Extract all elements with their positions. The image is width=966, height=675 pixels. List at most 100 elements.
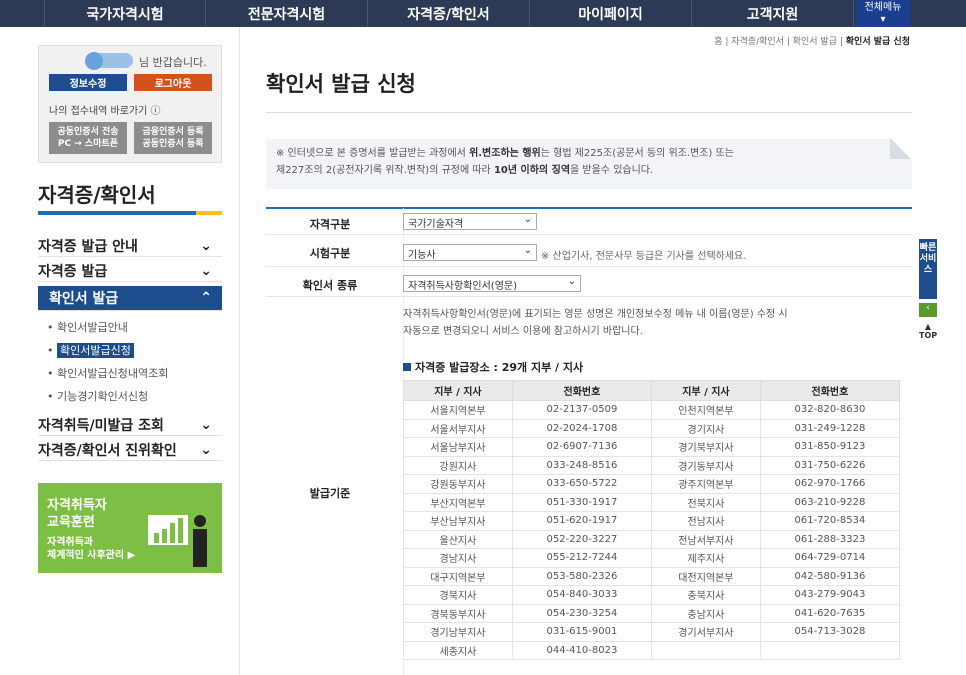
breadcrumb: 홈 | 자격증/확인서 | 확인서 발급 | 확인서 발급 신청 (714, 37, 910, 47)
menu-acquisition-lookup[interactable]: 자격취득/미발급 조회 ⌄ (38, 414, 222, 436)
qualification-label: 자격구분 (309, 218, 351, 231)
cert-register-button[interactable]: 금융인증서 등록 공동인증서 등록 (134, 122, 212, 154)
notice-emphasis: 위.변조하는 행위 (469, 148, 541, 159)
menu-authenticity-check[interactable]: 자격증/확인서 진위확인 ⌄ (38, 439, 222, 461)
nav-certificates[interactable]: 자격증/학인서 (368, 0, 530, 27)
menu-cert-issue-guide[interactable]: 자격증 발급 안내 ⌄ (38, 235, 222, 257)
menu-label: 자격증/확인서 진위확인 (38, 442, 177, 459)
nav-mypage[interactable]: 마이페이지 (530, 0, 692, 27)
phone-cell: 033-248-8516 (511, 455, 652, 475)
selected-value: 자격취득사항확인서(영문) (408, 281, 518, 292)
office-name-cell: 세종지사 (403, 640, 513, 660)
quick-service-tab[interactable]: 빠른서비스 (919, 239, 937, 299)
table-row: 강원동부지사 033-650-5722 광주지역본부 062-970-1766 (403, 474, 901, 494)
selected-value: 기능사 (408, 250, 436, 261)
confirmation-type-select[interactable]: 자격취득사항확인서(영문) ⌄ (403, 275, 581, 292)
application-history-link[interactable]: 나의 접수내역 바로가기 ⓘ (49, 102, 161, 117)
phone-cell: 031-750-6226 (759, 455, 901, 475)
phone-cell: 054-713-3028 (759, 622, 901, 642)
table-row: 울산지사 052-220-3227 전남서부지사 061-288-3323 (403, 529, 901, 549)
menu-label: 확인서 발급 (49, 291, 119, 307)
column-header: 지부 / 지사 (403, 380, 513, 401)
phone-cell: 061-720-8534 (759, 511, 901, 531)
chevron-down-icon: ⌄ (523, 214, 532, 225)
exam-select[interactable]: 기능사 ⌄ (403, 244, 537, 261)
menu-cert-issue[interactable]: 자격증 발급 ⌄ (38, 260, 222, 282)
phone-cell (759, 640, 901, 660)
table-row: 강원지사 033-248-8516 경기동부지사 031-750-6226 (403, 455, 901, 475)
nav-support[interactable]: 고객지원 (692, 0, 854, 27)
table-row: 부산지역본부 051-330-1917 전북지사 063-210-9228 (403, 492, 901, 512)
page-fold-decoration (890, 139, 912, 159)
login-box: 님 반갑습니다. 정보수정 로그아웃 나의 접수내역 바로가기 ⓘ 공동인증서 … (38, 45, 222, 163)
notice-line-2: 제227조의 2(공전자기록 위작.변작)의 규정에 따라 10년 이하의 징역… (276, 162, 912, 179)
nav-national-exam[interactable]: 국가자격시험 (44, 0, 206, 27)
breadcrumb-home[interactable]: 홈 (714, 37, 722, 47)
office-name-cell: 광주지역본부 (650, 474, 761, 494)
phone-cell: 054-230-3254 (511, 603, 652, 623)
page-title: 확인서 발급 신청 (266, 72, 416, 96)
phone-cell: 02-6907-7136 (511, 437, 652, 457)
table-row: 부산남부지사 051-620-1917 전남지사 061-720-8534 (403, 511, 901, 531)
offices-heading: 자격증 발급장소 : 29개 지부 / 지사 (403, 359, 583, 375)
notice-text: 을 받을수 있습니다. (570, 165, 654, 176)
phone-cell: 064-729-0714 (759, 548, 901, 568)
table-row: 경기남부지사 031-615-9001 경기서부지사 054-713-3028 (403, 622, 901, 642)
breadcrumb-level1[interactable]: 자격증/확인서 (731, 37, 784, 47)
phone-cell: 031-249-1228 (759, 418, 901, 438)
office-name-cell (650, 640, 761, 660)
notice-emphasis: 10년 이하의 징역 (493, 165, 571, 176)
phone-cell: 053-580-2326 (511, 566, 652, 586)
chevron-down-icon: ⌄ (523, 245, 532, 256)
notice-line-1: ※ 인터넷으로 본 증명서를 발급받는 과정에서 위.변조하는 행위는 형법 제… (276, 145, 912, 162)
office-name-cell: 경기지사 (650, 418, 761, 438)
legal-notice: ※ 인터넷으로 본 증명서를 발급받는 과정에서 위.변조하는 행위는 형법 제… (266, 139, 912, 189)
all-menu-button[interactable]: 전체메뉴 ▾ (856, 0, 910, 27)
logout-button[interactable]: 로그아웃 (134, 74, 212, 91)
play-circle-icon: ▶ (127, 550, 136, 561)
office-name-cell: 대전지역본부 (650, 566, 761, 586)
qualification-select[interactable]: 국가기술자격 ⌄ (403, 213, 537, 230)
table-row: 경북지사 054-840-3033 충북지사 043-279-9043 (403, 585, 901, 605)
column-header: 지부 / 지사 (650, 380, 761, 401)
phone-cell: 043-279-9043 (759, 585, 901, 605)
title-underline (38, 211, 222, 215)
sidebar-title: 자격증/확인서 (38, 183, 156, 207)
phone-cell: 063-210-9228 (759, 492, 901, 512)
education-banner[interactable]: 자격취득자 교육훈련 자격취득과 체계적인 사후관리 ▶ (38, 483, 222, 573)
arrow-circle-icon: ⓘ (150, 106, 161, 117)
office-name-cell: 강원지사 (403, 455, 513, 475)
phone-cell: 044-410-8023 (511, 640, 652, 660)
submenu-application-history[interactable]: • 확인서발급신청내역조회 (47, 365, 168, 381)
exam-label: 시험구분 (309, 247, 351, 260)
office-name-cell: 서울지역본부 (403, 400, 513, 420)
nav-professional-exam[interactable]: 전문자격시험 (206, 0, 368, 27)
menu-label: 자격증 발급 (38, 263, 108, 280)
phone-cell: 031-615-9001 (511, 622, 652, 642)
banner-subtitle: 자격취득과 체계적인 사후관리 ▶ (47, 536, 135, 562)
sidebar: 님 반갑습니다. 정보수정 로그아웃 나의 접수내역 바로가기 ⓘ 공동인증서 … (0, 27, 240, 675)
phone-cell: 055-212-7244 (511, 548, 652, 568)
form-row-qualification: 자격구분 국가기술자격 ⌄ (266, 209, 912, 235)
presentation-chart-icon (148, 515, 207, 567)
menu-label: 자격증 발급 안내 (38, 238, 138, 255)
cert-transfer-button[interactable]: 공동인증서 전송 PC → 스마트폰 (49, 122, 127, 154)
office-name-cell: 울산지사 (403, 529, 513, 549)
submenu-confirmation-guide[interactable]: • 확인서발급안내 (47, 319, 128, 335)
breadcrumb-level2[interactable]: 확인서 발급 (793, 37, 837, 47)
phone-cell: 02-2137-0509 (511, 400, 652, 420)
edit-info-button[interactable]: 정보수정 (49, 74, 127, 91)
submenu-competition-confirmation[interactable]: • 기능경기확인서신청 (47, 388, 148, 404)
chevron-down-icon: ⌄ (567, 276, 576, 287)
chevron-left-icon[interactable]: ‹ (919, 303, 937, 317)
office-name-cell: 인천지역본부 (650, 400, 761, 420)
greeting-text: 님 반갑습니다. (139, 56, 207, 69)
office-name-cell: 충남지사 (650, 603, 761, 623)
menu-confirmation-issue[interactable]: 확인서 발급 ⌃ (38, 286, 222, 311)
submenu-confirmation-apply[interactable]: • 확인서발급신청 (47, 342, 134, 358)
office-name-cell: 대구지역본부 (403, 566, 513, 586)
table-row: 경남지사 055-212-7244 제주지사 064-729-0714 (403, 548, 901, 568)
scroll-top-button[interactable]: ▲ TOP (919, 322, 937, 340)
office-name-cell: 부산지역본부 (403, 492, 513, 512)
offices-table: 지부 / 지사 전화번호 지부 / 지사 전화번호 서울지역본부 02-2137-… (403, 380, 901, 660)
